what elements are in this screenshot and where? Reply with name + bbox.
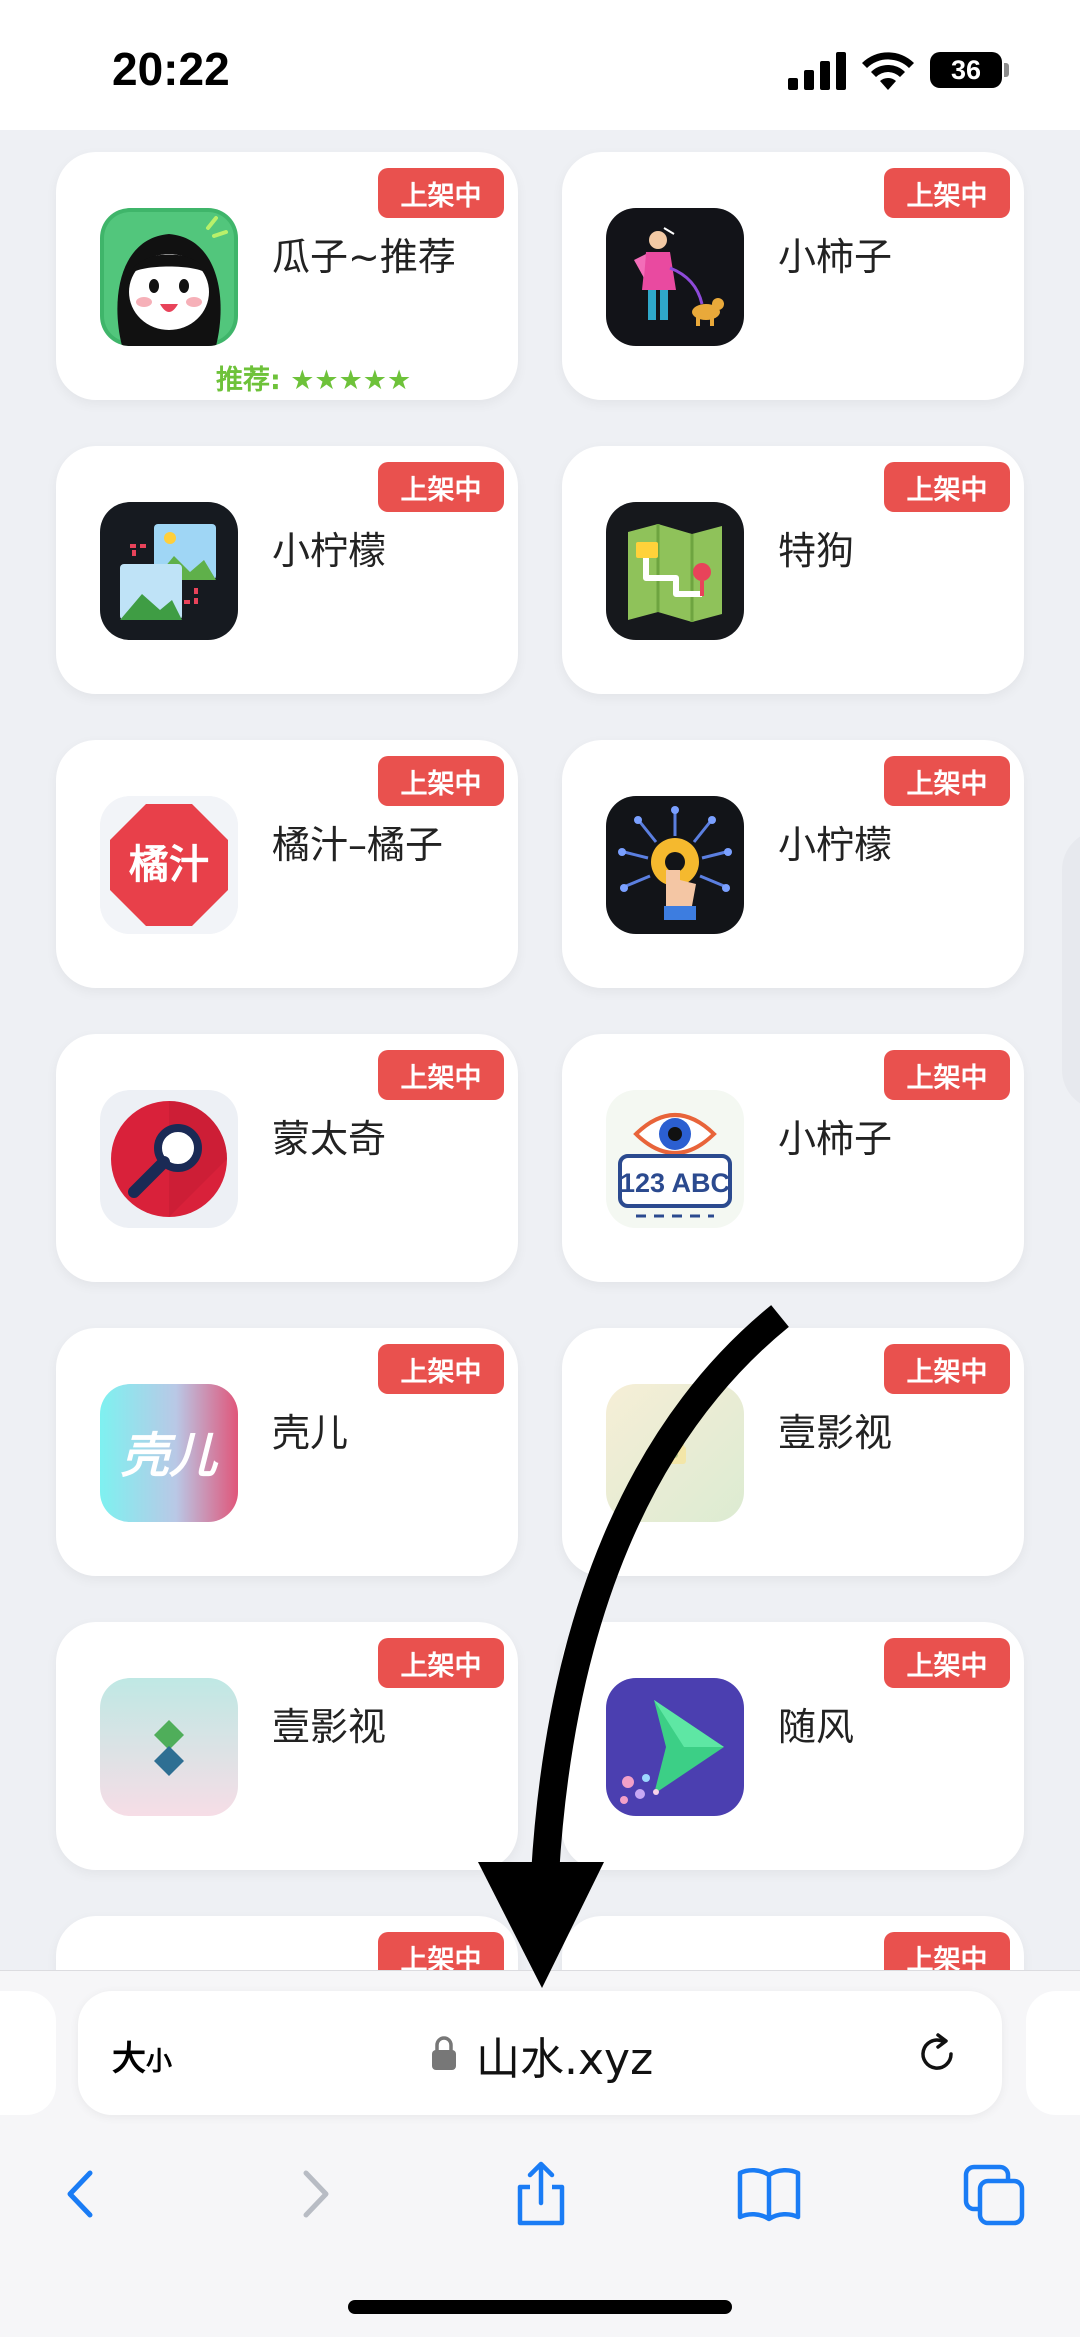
person-with-dog-icon <box>606 208 744 346</box>
status-bar: 20:22 36 <box>0 0 1080 130</box>
app-card[interactable]: 上架中 小柠檬 <box>56 446 518 694</box>
next-tab-peek[interactable] <box>1026 1991 1080 2115</box>
eye-plate-icon: 123 ABC <box>606 1090 744 1228</box>
back-icon[interactable] <box>46 2159 116 2229</box>
signal-icon <box>788 52 846 90</box>
app-name: 小柠檬 <box>272 529 387 573</box>
status-badge: 上架中 <box>378 462 504 512</box>
app-card[interactable]: 上架中 蒙太奇 <box>56 1034 518 1282</box>
app-name: 小柿子 <box>778 235 893 279</box>
share-icon[interactable] <box>506 2159 576 2229</box>
icon-text: 壳儿 <box>121 1428 219 1484</box>
magnifier-icon <box>100 1090 238 1228</box>
browser-toolbar <box>0 2129 1080 2249</box>
previous-tab-peek[interactable] <box>0 1991 56 2115</box>
battery-icon: 36 <box>930 52 1002 88</box>
app-card[interactable]: 上架中 随风 <box>562 1622 1024 1870</box>
home-indicator[interactable] <box>348 2300 732 2314</box>
app-card[interactable]: 上架中 小柠檬 <box>562 740 1024 988</box>
browser-bottom-bar: 大小 山水.xyz <box>0 1970 1080 2337</box>
app-card[interactable]: 上架中 <box>56 1916 518 1970</box>
tabs-icon[interactable] <box>960 2159 1030 2229</box>
orange-juice-stop-icon: 橘汁 <box>100 796 238 934</box>
app-card[interactable]: 上架中 <box>562 1916 1024 1970</box>
url-text[interactable]: 山水.xyz <box>476 2023 653 2087</box>
circuit-gear-hand-icon <box>606 796 744 934</box>
app-card[interactable]: 上架中 壹影视 <box>56 1622 518 1870</box>
address-bar[interactable]: 大小 山水.xyz <box>78 1991 1002 2115</box>
play-arrow-icon <box>606 1678 744 1816</box>
icon-text: 123 ABC <box>620 1168 730 1198</box>
icon-text: 橘汁 <box>129 842 209 888</box>
status-badge: 上架中 <box>378 1344 504 1394</box>
side-peek-panel <box>1062 830 1080 1110</box>
app-name: 橘汁–橘子 <box>272 823 444 867</box>
app-grid: 上架中 瓜子~推荐 推荐: ★★★★★ 上架中 小柿子 上架中 小柠檬 上架中 … <box>0 130 1080 1970</box>
status-badge: 上架中 <box>378 168 504 218</box>
bookmarks-icon[interactable] <box>734 2159 804 2229</box>
app-name: 随风 <box>778 1705 855 1749</box>
pastel-lock-icon <box>606 1384 744 1522</box>
status-badge: 上架中 <box>884 756 1010 806</box>
status-badge: 上架中 <box>378 1932 504 1970</box>
app-name: 壹影视 <box>272 1705 387 1749</box>
status-badge: 上架中 <box>884 1344 1010 1394</box>
recommend-rating: 推荐: ★★★★★ <box>216 365 412 396</box>
text-size-small-label: 小 <box>146 2047 173 2077</box>
map-route-icon <box>606 502 744 640</box>
app-name: 小柠檬 <box>778 823 893 867</box>
text-size-button[interactable]: 大小 <box>112 2031 172 2080</box>
app-card[interactable]: 上架中 瓜子~推荐 推荐: ★★★★★ <box>56 152 518 400</box>
app-name: 小柿子 <box>778 1117 893 1161</box>
status-badge: 上架中 <box>884 1638 1010 1688</box>
app-name: 壹影视 <box>778 1411 893 1455</box>
app-name: 特狗 <box>778 529 855 573</box>
app-card[interactable]: 上架中 壹影视 <box>562 1328 1024 1576</box>
status-badge: 上架中 <box>884 1050 1010 1100</box>
app-card[interactable]: 上架中 橘汁 橘汁–橘子 <box>56 740 518 988</box>
app-card[interactable]: 上架中 小柿子 <box>562 152 1024 400</box>
forward-icon[interactable] <box>280 2159 350 2229</box>
app-name: 蒙太奇 <box>272 1117 387 1161</box>
reload-icon[interactable] <box>914 2031 960 2077</box>
status-badge: 上架中 <box>884 168 1010 218</box>
status-badge: 上架中 <box>378 1638 504 1688</box>
status-badge: 上架中 <box>378 756 504 806</box>
photo-gallery-icon <box>100 502 238 640</box>
app-card[interactable]: 上架中 特狗 <box>562 446 1024 694</box>
status-badge: 上架中 <box>378 1050 504 1100</box>
app-name: 瓜子~推荐 <box>272 235 456 279</box>
wifi-icon <box>862 52 914 90</box>
app-card[interactable]: 上架中 壳儿 壳儿 <box>56 1328 518 1576</box>
cartoon-girl-icon <box>100 208 238 346</box>
text-size-large-label: 大 <box>112 2039 146 2079</box>
gradient-text-icon: 壳儿 <box>100 1384 238 1522</box>
status-time: 20:22 <box>112 43 230 95</box>
status-badge: 上架中 <box>884 1932 1010 1970</box>
lock-icon <box>432 2036 456 2070</box>
diamond-tiles-icon <box>100 1678 238 1816</box>
app-name: 壳儿 <box>272 1411 349 1455</box>
app-card[interactable]: 上架中 123 ABC 小柿子 <box>562 1034 1024 1282</box>
battery-tip <box>1004 63 1009 77</box>
status-badge: 上架中 <box>884 462 1010 512</box>
